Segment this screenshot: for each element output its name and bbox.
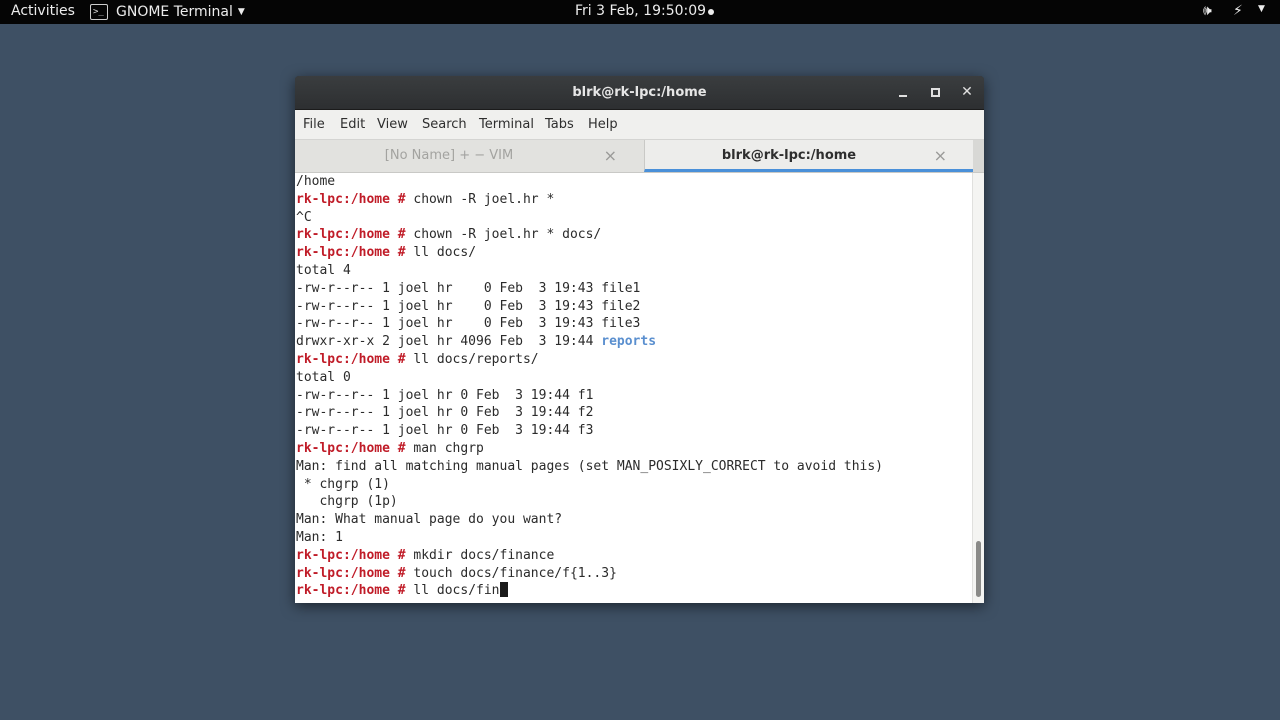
line-text: Man: What manual page do you want?	[296, 512, 563, 528]
battery-icon[interactable]: ⚡	[1233, 3, 1243, 19]
system-menu-chevron-icon[interactable]: ▼	[1258, 4, 1265, 14]
scrollbar-thumb[interactable]	[976, 541, 981, 597]
line-text: total 0	[296, 369, 351, 385]
menu-view[interactable]: View	[377, 117, 408, 132]
menu-file[interactable]: File	[303, 117, 325, 132]
terminal-line: rk-lpc:/home # chown -R joel.hr * docs/	[296, 226, 883, 244]
line-text: -rw-r--r-- 1 joel hr 0 Feb 3 19:43 file2	[296, 298, 641, 314]
terminal-line: rk-lpc:/home # man chgrp	[296, 440, 883, 458]
tab-label: blrk@rk-lpc:/home	[721, 148, 857, 163]
menu-tabs[interactable]: Tabs	[545, 117, 574, 132]
line-text: Man: 1	[296, 529, 343, 545]
tab-label: [No Name] + − VIM	[384, 148, 514, 163]
tab-close-icon[interactable]: ×	[604, 146, 617, 165]
menu-terminal[interactable]: Terminal	[479, 117, 534, 132]
line-text: ll docs/fin	[405, 583, 500, 599]
line-text: total 4	[296, 262, 351, 278]
menu-bar: File Edit View Search Terminal Tabs Help	[295, 110, 984, 140]
line-text: -rw-r--r-- 1 joel hr 0 Feb 3 19:44 f1	[296, 387, 594, 403]
line-text: -rw-r--r-- 1 joel hr 0 Feb 3 19:43 file1	[296, 280, 641, 296]
line-text: chown -R joel.hr * docs/	[405, 227, 602, 243]
terminal-output[interactable]: /home rk-lpc:/home # chown -R joel.hr * ^C…	[295, 173, 972, 603]
text-cursor	[499, 582, 508, 598]
terminal-line: rk-lpc:/home # mkdir docs/finance	[296, 547, 883, 565]
top-bar: Activities >_ GNOME Terminal ▼ Fri 3 Feb…	[0, 0, 1280, 24]
line-text: * chgrp (1)	[296, 476, 390, 492]
line-text: touch docs/finance/f{1..3}	[405, 565, 617, 581]
shell-prompt: rk-lpc:/home #	[296, 227, 406, 243]
terminal-line: drwxr-xr-x 2 joel hr 4096 Feb 3 19:44 re…	[296, 333, 883, 351]
window-title: blrk@rk-lpc:/home	[572, 85, 707, 100]
line-text: -rw-r--r-- 1 joel hr 0 Feb 3 19:44 f3	[296, 423, 594, 439]
volume-icon[interactable]: 🕪	[1203, 3, 1212, 19]
terminal-line: total 4	[296, 262, 883, 280]
terminal-app-icon: >_	[90, 4, 108, 20]
shell-prompt: rk-lpc:/home #	[296, 191, 406, 207]
terminal-line: Man: find all matching manual pages (set…	[296, 458, 883, 476]
tab-bar: [No Name] + − VIM × blrk@rk-lpc:/home ×	[295, 140, 984, 173]
terminal-line: -rw-r--r-- 1 joel hr 0 Feb 3 19:44 f1	[296, 387, 883, 405]
terminal-line: rk-lpc:/home # touch docs/finance/f{1..3…	[296, 565, 883, 583]
app-menu-label: GNOME Terminal	[116, 4, 233, 20]
minimize-button[interactable]	[894, 83, 912, 101]
terminal-line: -rw-r--r-- 1 joel hr 0 Feb 3 19:44 f2	[296, 404, 883, 422]
terminal-line: total 0	[296, 369, 883, 387]
activities-button[interactable]: Activities	[11, 3, 75, 19]
line-text: chown -R joel.hr *	[405, 191, 555, 207]
terminal-line: -rw-r--r-- 1 joel hr 0 Feb 3 19:43 file1	[296, 280, 883, 298]
shell-prompt: rk-lpc:/home #	[296, 245, 406, 261]
close-button[interactable]: ✕	[958, 83, 976, 101]
menu-edit[interactable]: Edit	[340, 117, 365, 132]
terminal-line: rk-lpc:/home # chown -R joel.hr *	[296, 191, 883, 209]
terminal-line: chgrp (1p)	[296, 493, 883, 511]
tab-vim[interactable]: [No Name] + − VIM ×	[295, 140, 643, 172]
tab-scroll-area	[973, 140, 984, 172]
terminal-window: blrk@rk-lpc:/home ✕ File Edit View Searc…	[295, 76, 984, 603]
terminal-line: -rw-r--r-- 1 joel hr 0 Feb 3 19:44 f3	[296, 422, 883, 440]
line-text: man chgrp	[405, 440, 484, 456]
terminal-line: -rw-r--r-- 1 joel hr 0 Feb 3 19:43 file3	[296, 315, 883, 333]
shell-prompt: rk-lpc:/home #	[296, 547, 406, 563]
notification-dot-icon	[708, 9, 714, 15]
app-menu[interactable]: >_ GNOME Terminal ▼	[90, 2, 245, 22]
menu-search[interactable]: Search	[422, 117, 467, 132]
line-text: chgrp (1p)	[296, 494, 398, 510]
terminal-line: Man: What manual page do you want?	[296, 511, 883, 529]
title-bar[interactable]: blrk@rk-lpc:/home ✕	[295, 76, 984, 110]
menu-help[interactable]: Help	[588, 117, 618, 132]
terminal-lines: /home rk-lpc:/home # chown -R joel.hr * ^C…	[296, 173, 883, 600]
line-text: mkdir docs/finance	[405, 547, 555, 563]
terminal-line: ^C	[296, 209, 883, 227]
terminal-line: -rw-r--r-- 1 joel hr 0 Feb 3 19:43 file2	[296, 298, 883, 316]
line-text: -rw-r--r-- 1 joel hr 0 Feb 3 19:44 f2	[296, 405, 594, 421]
shell-prompt: rk-lpc:/home #	[296, 351, 406, 367]
tab-home[interactable]: blrk@rk-lpc:/home ×	[644, 140, 973, 172]
shell-prompt: rk-lpc:/home #	[296, 565, 406, 581]
line-text: Man: find all matching manual pages (set…	[296, 458, 883, 474]
terminal-line: rk-lpc:/home # ll docs/	[296, 244, 883, 262]
directory-name: reports	[601, 334, 657, 350]
line-text: ll docs/reports/	[405, 351, 539, 367]
terminal-line: rk-lpc:/home # ll docs/reports/	[296, 351, 883, 369]
terminal-line: Man: 1	[296, 529, 883, 547]
terminal-line: * chgrp (1)	[296, 476, 883, 494]
scrollbar[interactable]	[972, 173, 984, 603]
terminal-line: rk-lpc:/home # ll docs/fin	[296, 582, 883, 600]
tab-close-icon[interactable]: ×	[934, 146, 947, 165]
line-text: -rw-r--r-- 1 joel hr 0 Feb 3 19:43 file3	[296, 316, 641, 332]
chevron-down-icon: ▼	[237, 7, 245, 17]
shell-prompt: rk-lpc:/home #	[296, 583, 406, 599]
maximize-button[interactable]	[926, 83, 944, 101]
clock[interactable]: Fri 3 Feb, 19:50:09	[575, 3, 706, 19]
shell-prompt: rk-lpc:/home #	[296, 440, 406, 456]
line-text: ^C	[296, 209, 312, 225]
line-text: /home	[296, 174, 336, 189]
line-text: ll docs/	[405, 245, 477, 261]
line-text: drwxr-xr-x 2 joel hr 4096 Feb 3 19:44	[296, 334, 602, 350]
terminal-line: /home	[296, 173, 883, 191]
